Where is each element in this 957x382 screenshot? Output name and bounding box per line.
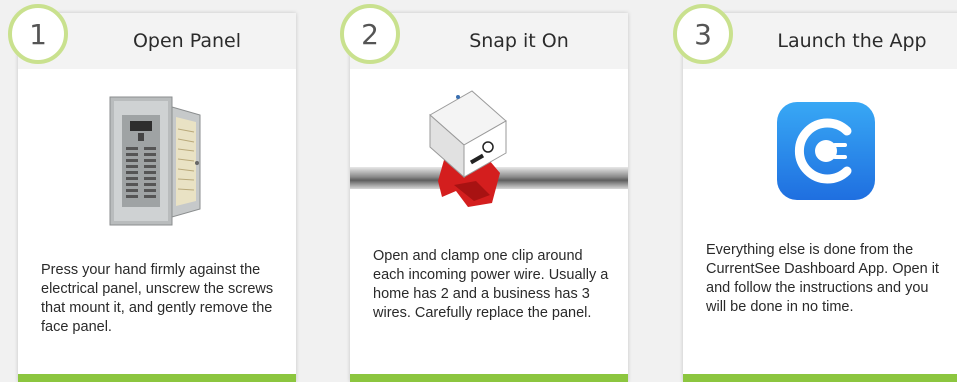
- step-description: Press your hand firmly against the elect…: [41, 262, 274, 335]
- green-accent-bar: [683, 374, 957, 382]
- step-number-badge: 1: [8, 4, 68, 64]
- step-card-1: 1 Open Panel Press your hand firmly agai…: [8, 4, 296, 382]
- step-card-3: 3 Launch the App Everything else is done…: [673, 4, 957, 382]
- step-title: Open Panel: [132, 30, 242, 52]
- step-title: Snap it On: [469, 30, 569, 52]
- electrical-panel-icon: [109, 96, 201, 226]
- step-card-2: 2 Snap it On Open and clamp one clip aro…: [340, 4, 628, 382]
- step-number-badge: 2: [340, 4, 400, 64]
- step-number-badge: 3: [673, 4, 733, 64]
- step-description: Everything else is done from the Current…: [706, 242, 939, 315]
- green-accent-bar: [350, 374, 628, 382]
- sensor-clip-icon: [350, 90, 628, 207]
- green-accent-bar: [18, 374, 296, 382]
- step-description: Open and clamp one clip around each inco…: [373, 248, 609, 321]
- currentsee-app-icon: [777, 102, 875, 200]
- step-title: Launch the App: [777, 30, 927, 52]
